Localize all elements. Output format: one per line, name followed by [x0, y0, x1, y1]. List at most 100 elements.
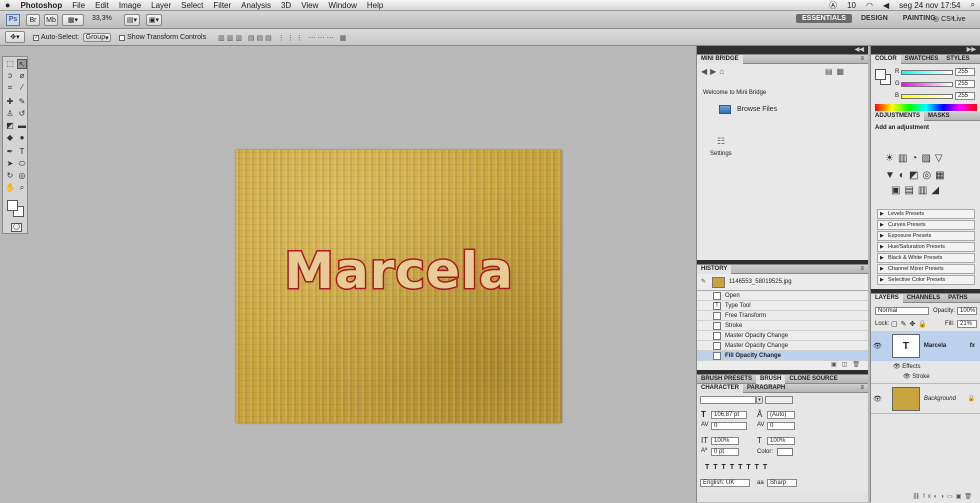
tab-layers[interactable]: LAYERS	[871, 293, 903, 303]
dodge-tool-icon[interactable]: ●	[17, 133, 27, 143]
g-slider[interactable]	[901, 82, 953, 87]
history-snapshot[interactable]: ✎ 1146553_58019525.jpg	[697, 274, 868, 291]
menu-analysis[interactable]: Analysis	[236, 1, 276, 10]
preset-exposure[interactable]: Exposure Presets	[877, 231, 975, 241]
healing-brush-icon[interactable]: ✚	[5, 97, 15, 107]
history-brush-source-icon[interactable]: ✎	[699, 278, 708, 287]
screen-mode-button[interactable]: ▣▾	[146, 14, 162, 26]
menu-3d[interactable]: 3D	[276, 1, 296, 10]
lock-buttons[interactable]: ▢✎✥🔒	[891, 320, 930, 328]
clock[interactable]: seg 24 nov 17:54	[894, 1, 965, 10]
hand-tool-icon[interactable]: ✋	[5, 183, 15, 193]
menu-view[interactable]: View	[296, 1, 323, 10]
layers-footer-icons[interactable]: ⛓fx◐◑▭▣🗑	[871, 493, 980, 500]
text-color-swatch[interactable]	[777, 448, 793, 456]
history-menu-icon[interactable]: ≡	[856, 265, 868, 274]
history-brush-icon[interactable]: ↺	[17, 109, 27, 119]
font-family-dropdown[interactable]: ▾	[756, 396, 763, 404]
move-tool-icon[interactable]: ↖	[17, 59, 27, 69]
crop-tool-icon[interactable]: ⌗	[5, 83, 15, 93]
effects-row[interactable]: 👁 Effects	[893, 363, 921, 370]
menu-help[interactable]: Help	[362, 1, 388, 10]
tab-history[interactable]: HISTORY	[697, 264, 732, 274]
gradient-tool-icon[interactable]: ▬	[17, 121, 27, 131]
workspace-design[interactable]: DESIGN	[855, 14, 894, 23]
history-step-fill-opacity[interactable]: Fill Opacity Change	[697, 351, 868, 361]
menu-filter[interactable]: Filter	[208, 1, 236, 10]
browse-files-link[interactable]: Browse Files	[737, 106, 777, 113]
zoom-level[interactable]: 33,3%	[92, 15, 112, 22]
history-step-free-transform[interactable]: Free Transform	[697, 311, 868, 321]
character-menu-icon[interactable]: ≡	[856, 384, 868, 393]
right-collapse-arrows[interactable]: ▶▶	[963, 46, 980, 55]
launch-minibridge-button[interactable]: Mb	[44, 14, 58, 26]
launch-bridge-button[interactable]: Br	[26, 14, 40, 26]
lasso-tool-icon[interactable]: ↄ	[5, 71, 15, 81]
g-value[interactable]: 255	[955, 80, 975, 88]
layer-marcela-row[interactable]: 👁 T Marcela fx	[871, 331, 980, 361]
antialias-dropdown[interactable]: Sharp	[767, 479, 797, 487]
menu-window[interactable]: Window	[323, 1, 361, 10]
history-step-stroke[interactable]: Stroke	[697, 321, 868, 331]
adjustment-icons-row-1[interactable]: ☀▥◔▨▽	[885, 153, 947, 164]
b-slider[interactable]	[901, 94, 953, 99]
mini-bridge-view-icons[interactable]: ▤▦	[825, 67, 848, 76]
new-snapshot-icon[interactable]: ◫	[842, 361, 848, 370]
marquee-tool-icon[interactable]: ⬚	[5, 59, 15, 69]
delete-state-icon[interactable]: 🗑	[852, 361, 860, 370]
history-step-master-opacity-1[interactable]: Master Opacity Change	[697, 331, 868, 341]
quick-mask-icon[interactable]: ◯	[11, 223, 22, 232]
3d-camera-icon[interactable]: ◎	[17, 171, 27, 181]
r-value[interactable]: 255	[955, 68, 975, 76]
tab-channels[interactable]: CHANNELS	[903, 294, 944, 303]
path-select-icon[interactable]: ➤	[5, 159, 15, 169]
preset-curves[interactable]: Curves Presets	[877, 220, 975, 230]
tab-brush[interactable]: BRUSH	[756, 374, 786, 384]
history-step-master-opacity-2[interactable]: Master Opacity Change	[697, 341, 868, 351]
baseline-shift-field[interactable]: 0 pt	[711, 448, 739, 456]
pen-tool-icon[interactable]: ✒	[5, 147, 15, 157]
tab-adjustments[interactable]: ADJUSTMENTS	[871, 111, 925, 121]
type-tool-icon[interactable]: T	[17, 147, 27, 157]
font-size-field[interactable]: 106,87 pt	[711, 411, 747, 419]
spotlight-icon[interactable]: ⌕	[966, 0, 980, 10]
visibility-eye-icon[interactable]: 👁	[873, 342, 882, 350]
language-dropdown[interactable]: English: UK	[700, 479, 750, 487]
view-extras-dropdown[interactable]: ▦▾	[62, 14, 84, 26]
quick-select-tool-icon[interactable]: ⌀	[17, 71, 27, 81]
history-step-open[interactable]: Open	[697, 291, 868, 301]
fill-field[interactable]: 21%	[957, 320, 977, 328]
tab-character[interactable]: CHARACTER	[697, 383, 743, 393]
adjustment-icons-row-3[interactable]: ▣▤▥◢	[891, 185, 943, 196]
blur-tool-icon[interactable]: ◆	[5, 133, 15, 143]
tab-mini-bridge[interactable]: MINI BRIDGE	[697, 54, 743, 64]
zoom-tool-icon[interactable]: ⌕	[17, 183, 27, 193]
layer-name-marcela[interactable]: Marcela	[924, 343, 946, 349]
mini-bridge-nav-icons[interactable]: ◀▶⌂	[701, 67, 727, 76]
background-eye-icon[interactable]: 👁	[873, 395, 882, 403]
preset-black-white[interactable]: Black & White Presets	[877, 253, 975, 263]
menu-file[interactable]: File	[67, 1, 90, 10]
arrange-documents-button[interactable]: ▤▾	[124, 14, 140, 26]
preset-levels[interactable]: Levels Presets	[877, 209, 975, 219]
horizontal-scale-field[interactable]: 100%	[767, 437, 795, 445]
browse-files-icon[interactable]	[719, 105, 731, 114]
workspace-essentials[interactable]: ESSENTIALS	[796, 14, 852, 23]
layer-background-row[interactable]: 👁 Background 🔒	[871, 383, 980, 414]
r-slider[interactable]	[901, 70, 953, 75]
brush-tool-icon[interactable]: ✎	[17, 97, 27, 107]
battery-status[interactable]: 10	[842, 1, 861, 10]
wifi-icon[interactable]: ◠	[861, 1, 878, 10]
kerning-field[interactable]: 0	[711, 422, 747, 430]
eraser-tool-icon[interactable]: ◩	[5, 121, 15, 131]
apple-icon[interactable]: ●	[0, 0, 15, 10]
foreground-color-swatch[interactable]	[7, 200, 18, 211]
preset-channel-mixer[interactable]: Channel Mixer Presets	[877, 264, 975, 274]
tab-clone-source[interactable]: CLONE SOURCE	[785, 375, 841, 384]
tab-paths[interactable]: PATHS	[944, 294, 971, 303]
tab-swatches[interactable]: SWATCHES	[901, 55, 943, 64]
show-transform-checkbox[interactable]	[119, 34, 126, 41]
preset-hue-saturation[interactable]: Hue/Saturation Presets	[877, 242, 975, 252]
layer-name-background[interactable]: Background	[924, 396, 956, 402]
opacity-field[interactable]: 100%	[957, 307, 977, 315]
